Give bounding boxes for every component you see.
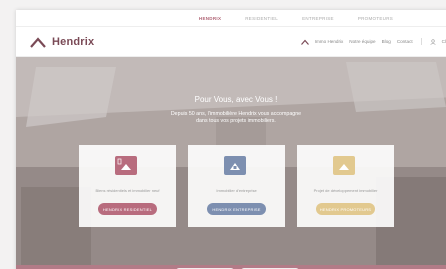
page: HENDRIX RESIDENTIEL ENTREPRISE PROMOTEUR…: [16, 10, 446, 269]
house-promoteurs-icon: [333, 156, 355, 175]
hero-subtitle-line1: Depuis 50 ans, l'immobilière Hendrix vou…: [170, 111, 302, 117]
top-bar: HENDRIX RESIDENTIEL ENTREPRISE PROMOTEUR…: [16, 10, 446, 27]
nav-extra[interactable]: Cl: [442, 39, 446, 44]
topbar-item-residentiel[interactable]: RESIDENTIEL: [245, 16, 278, 21]
topbar-item-promoteurs[interactable]: PROMOTEURS: [358, 16, 393, 21]
house-residentiel-icon: [115, 156, 137, 175]
user-icon[interactable]: [430, 38, 436, 45]
nav-contact[interactable]: Contact: [397, 39, 413, 44]
nav-immo-hendrix[interactable]: Immo Hendrix: [315, 39, 344, 44]
nav-notre-equipe[interactable]: Notre équipe: [349, 39, 375, 44]
home-icon[interactable]: [300, 39, 309, 45]
house-logo-icon: [30, 36, 46, 48]
card-promoteurs-desc: Projet de développement immobilier: [313, 188, 378, 193]
card-promoteurs: Projet de développement immobilier HENDR…: [297, 145, 394, 227]
topbar-item-entreprise[interactable]: ENTREPRISE: [302, 16, 334, 21]
main-nav: Immo Hendrix Notre équipe Blog Contact C…: [300, 38, 446, 45]
building-entreprise-icon: [224, 156, 246, 175]
hero-subtitle-line2: dans tous vos projets immobiliers.: [196, 118, 276, 124]
hero-subtitle: Depuis 50 ans, l'immobilière Hendrix vou…: [16, 111, 446, 125]
nav-blog[interactable]: Blog: [382, 39, 391, 44]
logo[interactable]: Hendrix: [30, 36, 94, 48]
hendrix-promoteurs-button[interactable]: HENDRIX PROMOTEURS: [316, 203, 375, 215]
logo-text: Hendrix: [52, 35, 95, 48]
card-residentiel-desc: Biens résidentiels et immobilier neuf: [95, 188, 160, 193]
hendrix-entreprise-button[interactable]: HENDRIX ENTREPRISE: [207, 203, 266, 215]
main-header: Hendrix Immo Hendrix Notre équipe Blog C…: [16, 27, 446, 57]
hero-section: Pour Vous, avec Vous ! Depuis 50 ans, l'…: [16, 57, 446, 269]
hero-title: Pour Vous, avec Vous !: [194, 95, 278, 104]
card-entreprise-desc: Immobilier d'entreprise: [216, 188, 257, 193]
topbar-item-hendrix[interactable]: HENDRIX: [199, 16, 221, 21]
card-residentiel: Biens résidentiels et immobilier neuf HE…: [79, 145, 176, 227]
nav-divider: [420, 38, 422, 45]
card-entreprise: Immobilier d'entreprise HENDRIX ENTREPRI…: [188, 145, 285, 227]
hendrix-residentiel-button[interactable]: HENDRIX RESIDENTIEL: [98, 203, 157, 215]
